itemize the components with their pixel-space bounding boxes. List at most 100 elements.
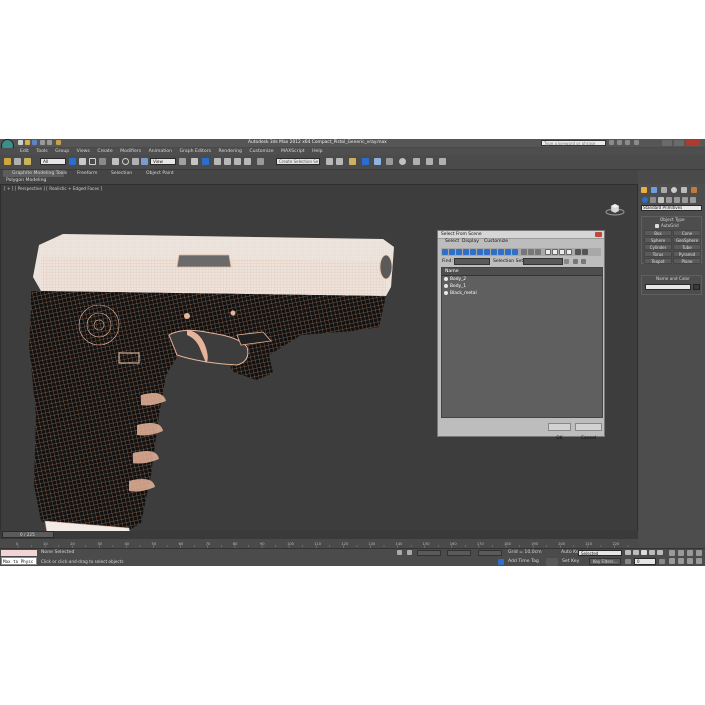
render-setup-icon[interactable] [413,158,420,165]
star-icon[interactable] [625,140,630,145]
key-mode-dropdown[interactable]: Selected [578,550,622,556]
ribbon-subtitle[interactable]: Polygon Modeling [6,178,46,184]
find-input[interactable] [454,258,490,265]
list-header[interactable]: Name [442,268,602,276]
create-geosphere-button[interactable]: GeoSphere [673,237,701,243]
reference-coordinate-dropdown[interactable]: View [150,158,176,165]
autogrid-checkbox[interactable] [655,224,659,228]
absolute-mode-icon[interactable] [407,550,412,555]
scale-icon[interactable] [132,158,139,165]
keyboard-shortcut-icon[interactable] [202,158,209,165]
display-groups-icon[interactable] [484,249,490,255]
select-by-name-icon[interactable] [79,158,86,165]
curve-editor-icon[interactable] [374,158,381,165]
project-folder-icon[interactable] [56,140,61,145]
layer-manager-icon[interactable] [349,158,356,165]
ribbon-tab-object-paint[interactable]: Object Paint [146,171,174,177]
set-key-label[interactable]: Set Key [562,559,579,565]
object-name-input[interactable] [645,284,691,290]
reference-coordinate-icon[interactable] [141,158,148,165]
modify-tab-icon[interactable] [651,187,657,193]
time-tag-icon[interactable] [498,559,504,565]
display-invert-icon[interactable] [535,249,541,255]
go-to-end-icon[interactable] [657,550,663,555]
dialog-cancel-button[interactable]: Cancel [575,423,602,441]
menu-animation[interactable]: Animation [149,149,172,154]
systems-category-icon[interactable] [690,197,696,203]
window-crossing-icon[interactable] [99,158,106,165]
align-icon[interactable] [336,158,343,165]
key-mode-toggle-icon[interactable] [625,559,631,564]
menu-group[interactable]: Group [55,149,69,154]
select-all-icon[interactable] [545,249,551,255]
selection-set-arrow-icon[interactable] [564,259,569,264]
display-bones-icon[interactable] [498,249,504,255]
create-cone-button[interactable]: Cone [673,230,701,236]
menu-tools[interactable]: Tools [36,149,47,154]
rendered-frame-icon[interactable] [426,158,433,165]
graphite-toggle-icon[interactable] [362,158,369,165]
dialog-tab-select[interactable]: Select [445,239,459,245]
object-color-swatch[interactable] [693,284,700,290]
display-all-icon[interactable] [521,249,527,255]
display-shapes-icon[interactable] [449,249,455,255]
list-item[interactable]: Black_metal [442,290,604,297]
x-coordinate-field[interactable] [417,550,441,556]
select-children-icon[interactable] [575,249,581,255]
menu-customize[interactable]: Customize [249,149,273,154]
select-invert-icon[interactable] [559,249,565,255]
y-coordinate-field[interactable] [447,550,471,556]
ribbon-tab-graphite[interactable]: Graphite Modeling Tools [3,170,67,177]
object-list[interactable]: Name Body_2 Body_1 Black_metal [441,267,603,418]
info-icon[interactable] [634,140,639,145]
dialog-tab-customize[interactable]: Customize [484,239,508,245]
material-editor-icon[interactable] [399,158,406,165]
dialog-close-icon[interactable] [595,232,602,237]
create-teapot-button[interactable]: Teapot [644,258,672,264]
display-geometry-icon[interactable] [442,249,448,255]
zoom-extents-icon[interactable] [687,550,693,556]
edit-named-selection-icon[interactable] [257,158,264,165]
play-icon[interactable] [641,550,647,555]
save-file-icon[interactable] [32,140,37,145]
object-type-header[interactable]: Object Type [660,217,685,222]
snaps-toggle-icon[interactable] [214,158,221,165]
add-time-tag[interactable]: Add Time Tag [508,559,539,565]
create-box-button[interactable]: Box [644,230,672,236]
name-color-header[interactable]: Name and Color [656,276,690,281]
utilities-tab-icon[interactable] [691,187,697,193]
time-config-icon[interactable] [659,559,665,564]
create-tube-button[interactable]: Tube [673,244,701,250]
select-dependents-icon[interactable] [566,249,572,255]
z-coordinate-field[interactable] [478,550,502,556]
key-filters-button[interactable]: Key Filters... [589,558,621,565]
render-production-icon[interactable] [439,158,446,165]
display-tab-icon[interactable] [681,187,687,193]
track-bar[interactable]: 0 10 20 30 40 50 60 70 80 90 100 110 120 130 140 150 160… [0,539,638,549]
link-icon[interactable] [4,158,11,165]
current-frame-field[interactable]: 0 [634,558,656,565]
find-options-icon[interactable] [573,259,578,264]
search-input[interactable]: Type a keyword or phrase [541,140,606,146]
close-icon[interactable] [686,140,700,146]
mirror-icon[interactable] [326,158,333,165]
redo-icon[interactable] [47,140,52,145]
minimize-icon[interactable] [662,140,672,146]
space-warps-category-icon[interactable] [682,197,688,203]
bind-space-warp-icon[interactable] [24,158,31,165]
menu-edit[interactable]: Edit [20,149,29,154]
schematic-view-icon[interactable] [386,158,393,165]
selection-set-dropdown[interactable] [523,258,563,265]
ribbon-tab-freeform[interactable]: Freeform [77,171,97,177]
display-none-icon[interactable] [528,249,534,255]
search-icon[interactable] [609,140,614,145]
create-sphere-button[interactable]: Sphere [644,237,672,243]
selection-filter-dropdown[interactable]: All [40,158,66,165]
create-pyramid-button[interactable]: Pyramid [673,251,701,257]
zoom-extents-all-icon[interactable] [696,550,702,556]
menu-maxscript[interactable]: MAXScript [281,149,305,154]
shapes-category-icon[interactable] [650,197,656,203]
display-frozen-icon[interactable] [512,249,518,255]
create-plane-button[interactable]: Plane [673,258,701,264]
motion-tab-icon[interactable] [671,187,677,193]
